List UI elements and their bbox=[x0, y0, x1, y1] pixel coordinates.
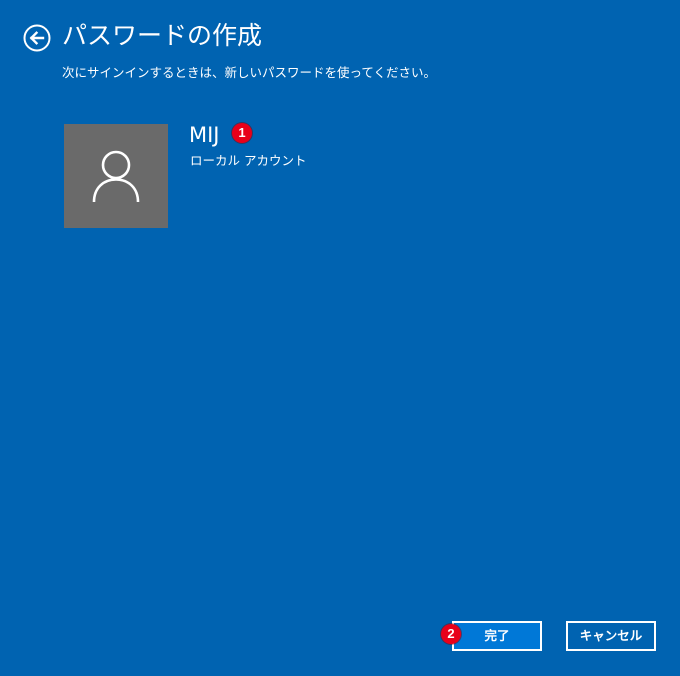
page-title: パスワードの作成 bbox=[62, 21, 263, 50]
instruction-text: 次にサインインするときは、新しいパスワードを使ってください。 bbox=[62, 65, 437, 80]
step-marker-2: 2 bbox=[441, 624, 461, 644]
back-button[interactable] bbox=[23, 24, 51, 52]
user-silhouette-icon bbox=[92, 150, 140, 203]
back-arrow-icon bbox=[23, 24, 51, 52]
account-type: ローカル アカウント bbox=[190, 153, 307, 168]
avatar bbox=[64, 124, 168, 228]
cancel-button[interactable]: キャンセル bbox=[566, 621, 656, 651]
step-marker-1: 1 bbox=[232, 123, 252, 143]
account-name: MIJ bbox=[189, 123, 220, 147]
finish-button[interactable]: 完了 bbox=[452, 621, 542, 651]
